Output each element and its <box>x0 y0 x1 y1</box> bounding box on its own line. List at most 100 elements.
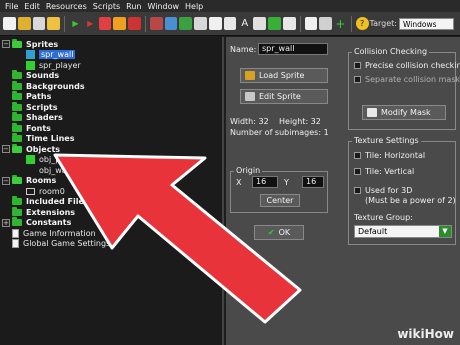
run-icon[interactable]: ▶ <box>69 17 82 30</box>
collapse-icon[interactable]: − <box>2 176 10 185</box>
separate-masks-checkbox[interactable] <box>354 76 361 83</box>
tree-item-obj-player[interactable]: obj_player <box>0 155 222 166</box>
tree-group-rooms[interactable]: − Rooms <box>0 175 222 187</box>
add-timeline-icon[interactable] <box>253 17 266 30</box>
menu-run[interactable]: Run <box>123 2 144 11</box>
tree-item-room0[interactable]: room0 <box>0 186 222 197</box>
add-extension-icon[interactable]: + <box>334 17 347 31</box>
add-shader-icon[interactable] <box>223 17 237 30</box>
tree-group-extensions[interactable]: Extensions <box>0 206 222 218</box>
tree-group-sounds[interactable]: Sounds <box>0 70 222 82</box>
edit-icon <box>245 92 255 101</box>
room-icon <box>26 187 35 195</box>
add-font-icon[interactable]: A <box>238 17 252 30</box>
save-icon[interactable] <box>32 17 46 30</box>
width-text: Width: 32 <box>230 117 269 126</box>
add-path-icon[interactable] <box>194 17 207 30</box>
tile-vertical-checkbox[interactable] <box>354 168 361 175</box>
resource-tree: − Sprites spr_wall spr_player Sounds Bac… <box>0 37 224 345</box>
folder-open-icon <box>245 71 255 80</box>
toolbar-divider <box>64 15 66 32</box>
ok-button[interactable]: ✔ OK <box>254 225 304 240</box>
tree-item-spr-wall[interactable]: spr_wall <box>0 50 222 61</box>
tree-group-scripts[interactable]: Scripts <box>0 101 222 113</box>
tree-item-game-information[interactable]: Game Information <box>0 228 222 239</box>
menu-scripts[interactable]: Scripts <box>90 2 123 11</box>
clean-icon[interactable] <box>113 17 127 30</box>
collapse-icon[interactable]: − <box>2 40 10 49</box>
tree-group-paths[interactable]: Paths <box>0 91 222 103</box>
tree-group-included-files[interactable]: Included Files <box>0 196 222 208</box>
tree-group-objects[interactable]: − Objects <box>0 143 222 155</box>
sprite-properties-panel: Name: spr_wall Load Sprite Edit Sprite W… <box>226 37 460 345</box>
add-background-icon[interactable] <box>179 17 193 30</box>
height-text: Height: 32 <box>279 117 321 126</box>
chevron-down-icon: ▼ <box>439 226 451 237</box>
tree-group-shaders[interactable]: Shaders <box>0 112 222 124</box>
create-executable-icon[interactable] <box>128 17 141 30</box>
help-icon[interactable]: ? <box>355 17 369 30</box>
debug-icon[interactable]: ▶ <box>83 17 97 30</box>
origin-x-label: X <box>236 178 242 187</box>
precise-collision-checkbox[interactable] <box>354 62 361 69</box>
tree-item-global-game-settings[interactable]: Global Game Settings <box>0 239 222 250</box>
tree-item-obj-wall[interactable]: obj_wall <box>0 165 222 176</box>
mask-icon <box>367 108 377 117</box>
name-label: Name: <box>230 45 257 54</box>
add-sprite-icon[interactable] <box>149 17 163 30</box>
menu-bar: File Edit Resources Scripts Run Window H… <box>0 0 460 12</box>
toolbar: ▶ ▶ A + ? Target: Windows <box>0 12 460 36</box>
texture-group-select[interactable]: Default ▼ <box>354 225 452 238</box>
package-icon[interactable] <box>47 17 61 30</box>
folder-icon <box>12 122 22 132</box>
folder-icon <box>12 217 22 227</box>
edit-sprite-button[interactable]: Edit Sprite <box>240 89 328 104</box>
sprite-icon <box>26 50 35 60</box>
folder-icon <box>12 101 22 111</box>
used-for-3d-label: Used for 3D <box>365 186 413 195</box>
modify-mask-button[interactable]: Modify Mask <box>362 105 446 120</box>
tree-group-fonts[interactable]: Fonts <box>0 122 222 134</box>
menu-window[interactable]: Window <box>144 2 182 11</box>
global-settings-icon[interactable] <box>319 17 333 30</box>
add-object-icon[interactable] <box>267 17 281 30</box>
tree-group-backgrounds[interactable]: Backgrounds <box>0 80 222 92</box>
add-sound-icon[interactable] <box>164 17 178 30</box>
tree-group-constants[interactable]: + Constants <box>0 217 222 229</box>
expand-icon[interactable]: + <box>2 218 10 227</box>
folder-icon <box>12 112 22 122</box>
used-for-3d-note: (Must be a power of 2) <box>365 196 456 205</box>
collapse-icon[interactable]: − <box>2 145 10 154</box>
name-field[interactable]: spr_wall <box>258 43 328 55</box>
tree-group-time-lines[interactable]: Time Lines <box>0 133 222 145</box>
origin-y-label: Y <box>284 178 289 187</box>
target-select[interactable]: Windows <box>399 17 455 30</box>
folder-icon <box>12 206 22 216</box>
add-script-icon[interactable] <box>208 17 222 30</box>
tile-horizontal-checkbox[interactable] <box>354 152 361 159</box>
used-for-3d-checkbox[interactable] <box>354 187 361 194</box>
toolbar-divider <box>144 15 146 32</box>
menu-edit[interactable]: Edit <box>21 2 43 11</box>
origin-title: Origin <box>234 166 263 175</box>
add-room-icon[interactable] <box>282 17 296 30</box>
separate-masks-label: Separate collision masks <box>365 75 460 84</box>
folder-icon <box>12 133 22 143</box>
texture-group-label: Texture Group: <box>354 213 413 222</box>
load-sprite-button[interactable]: Load Sprite <box>240 68 328 83</box>
origin-x-field[interactable]: 16 <box>252 176 278 188</box>
stop-icon[interactable] <box>98 17 112 30</box>
menu-help[interactable]: Help <box>182 2 206 11</box>
toolbar-divider <box>299 15 301 32</box>
object-icon <box>26 155 35 165</box>
tree-item-spr-player[interactable]: spr_player <box>0 60 222 71</box>
tree-group-sprites[interactable]: − Sprites <box>0 38 222 50</box>
menu-resources[interactable]: Resources <box>43 2 90 11</box>
game-information-icon[interactable] <box>304 17 318 30</box>
open-folder-icon[interactable] <box>17 17 31 30</box>
menu-file[interactable]: File <box>2 2 21 11</box>
subimages-text: Number of subimages: 1 <box>230 128 329 137</box>
new-document-icon[interactable] <box>3 17 16 30</box>
center-button[interactable]: Center <box>260 194 300 207</box>
origin-y-field[interactable]: 16 <box>302 176 324 188</box>
